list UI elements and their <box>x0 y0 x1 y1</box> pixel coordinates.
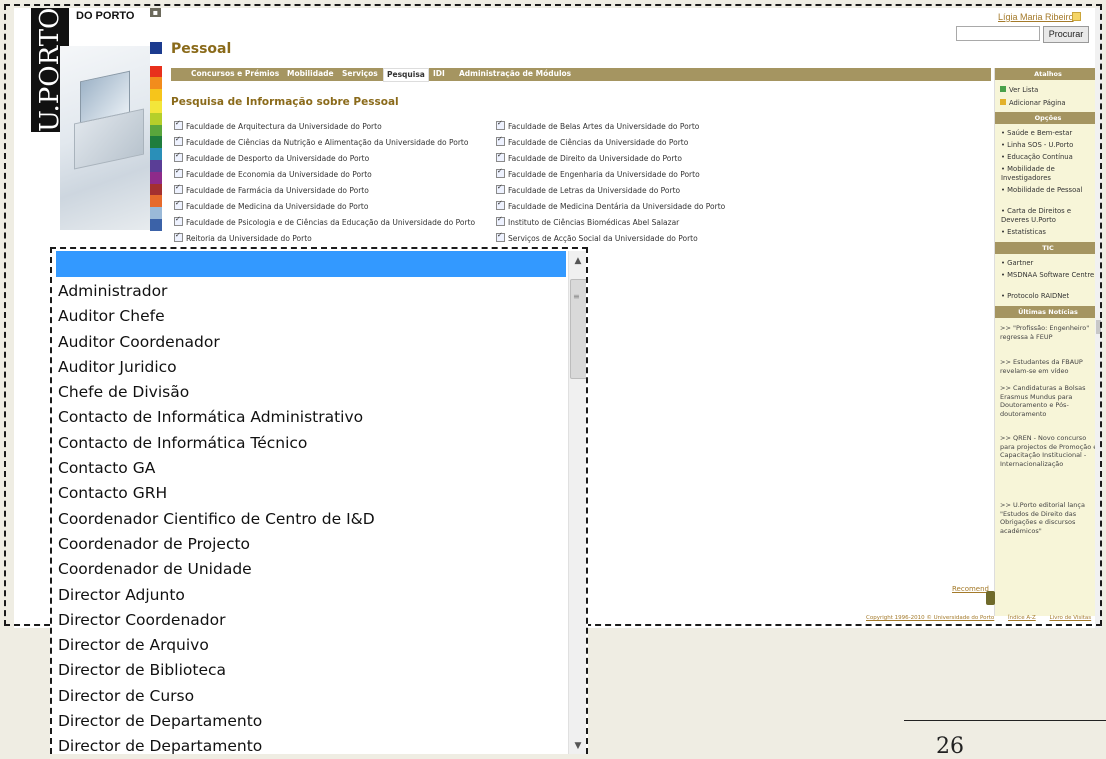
scrollbar-grip-icon: ≡ <box>573 292 580 301</box>
dropdown-option[interactable]: Administrador <box>56 279 566 304</box>
dropdown-option[interactable]: Coordenador de Projecto <box>56 532 566 557</box>
dropdown-option[interactable]: Contacto GRH <box>56 481 566 506</box>
dropdown-option[interactable]: Director Adjunto <box>56 583 566 608</box>
dropdown-option[interactable]: Director de Curso <box>56 684 566 709</box>
scroll-down-arrow-icon[interactable]: ▼ <box>569 738 586 754</box>
dropdown-option[interactable]: Contacto de Informática Administrativo <box>56 405 566 430</box>
dropdown-option[interactable]: Contacto GA <box>56 456 566 481</box>
role-dropdown-list[interactable]: Administrador Auditor Chefe Auditor Coor… <box>50 247 588 754</box>
dropdown-option[interactable]: Director de Departamento <box>56 734 566 754</box>
document-page-number: 26 <box>936 734 964 759</box>
dropdown-option[interactable]: Contacto de Informática Técnico <box>56 431 566 456</box>
dropdown-option[interactable]: Auditor Chefe <box>56 304 566 329</box>
dropdown-option[interactable]: Coordenador de Unidade <box>56 557 566 582</box>
dropdown-selected-option[interactable] <box>56 251 566 277</box>
dropdown-option[interactable]: Chefe de Divisão <box>56 380 566 405</box>
dropdown-option[interactable]: Auditor Coordenador <box>56 330 566 355</box>
document-rule <box>904 720 1106 721</box>
dropdown-option[interactable]: Director de Biblioteca <box>56 658 566 683</box>
dropdown-scrollbar[interactable]: ▲ ≡ ▼ <box>568 251 586 754</box>
dropdown-option[interactable]: Auditor Juridico <box>56 355 566 380</box>
dropdown-option[interactable]: Coordenador Cientifico de Centro de I&D <box>56 507 566 532</box>
dropdown-option[interactable]: Director Coordenador <box>56 608 566 633</box>
dropdown-options: Administrador Auditor Chefe Auditor Coor… <box>56 279 566 754</box>
dropdown-option[interactable]: Director de Arquivo <box>56 633 566 658</box>
dropdown-option[interactable]: Director de Departamento <box>56 709 566 734</box>
scroll-up-arrow-icon[interactable]: ▲ <box>569 253 586 269</box>
document-canvas: U.PORTO DO PORTO ▪ Lígia Maria Ribeiro P… <box>0 0 1106 759</box>
